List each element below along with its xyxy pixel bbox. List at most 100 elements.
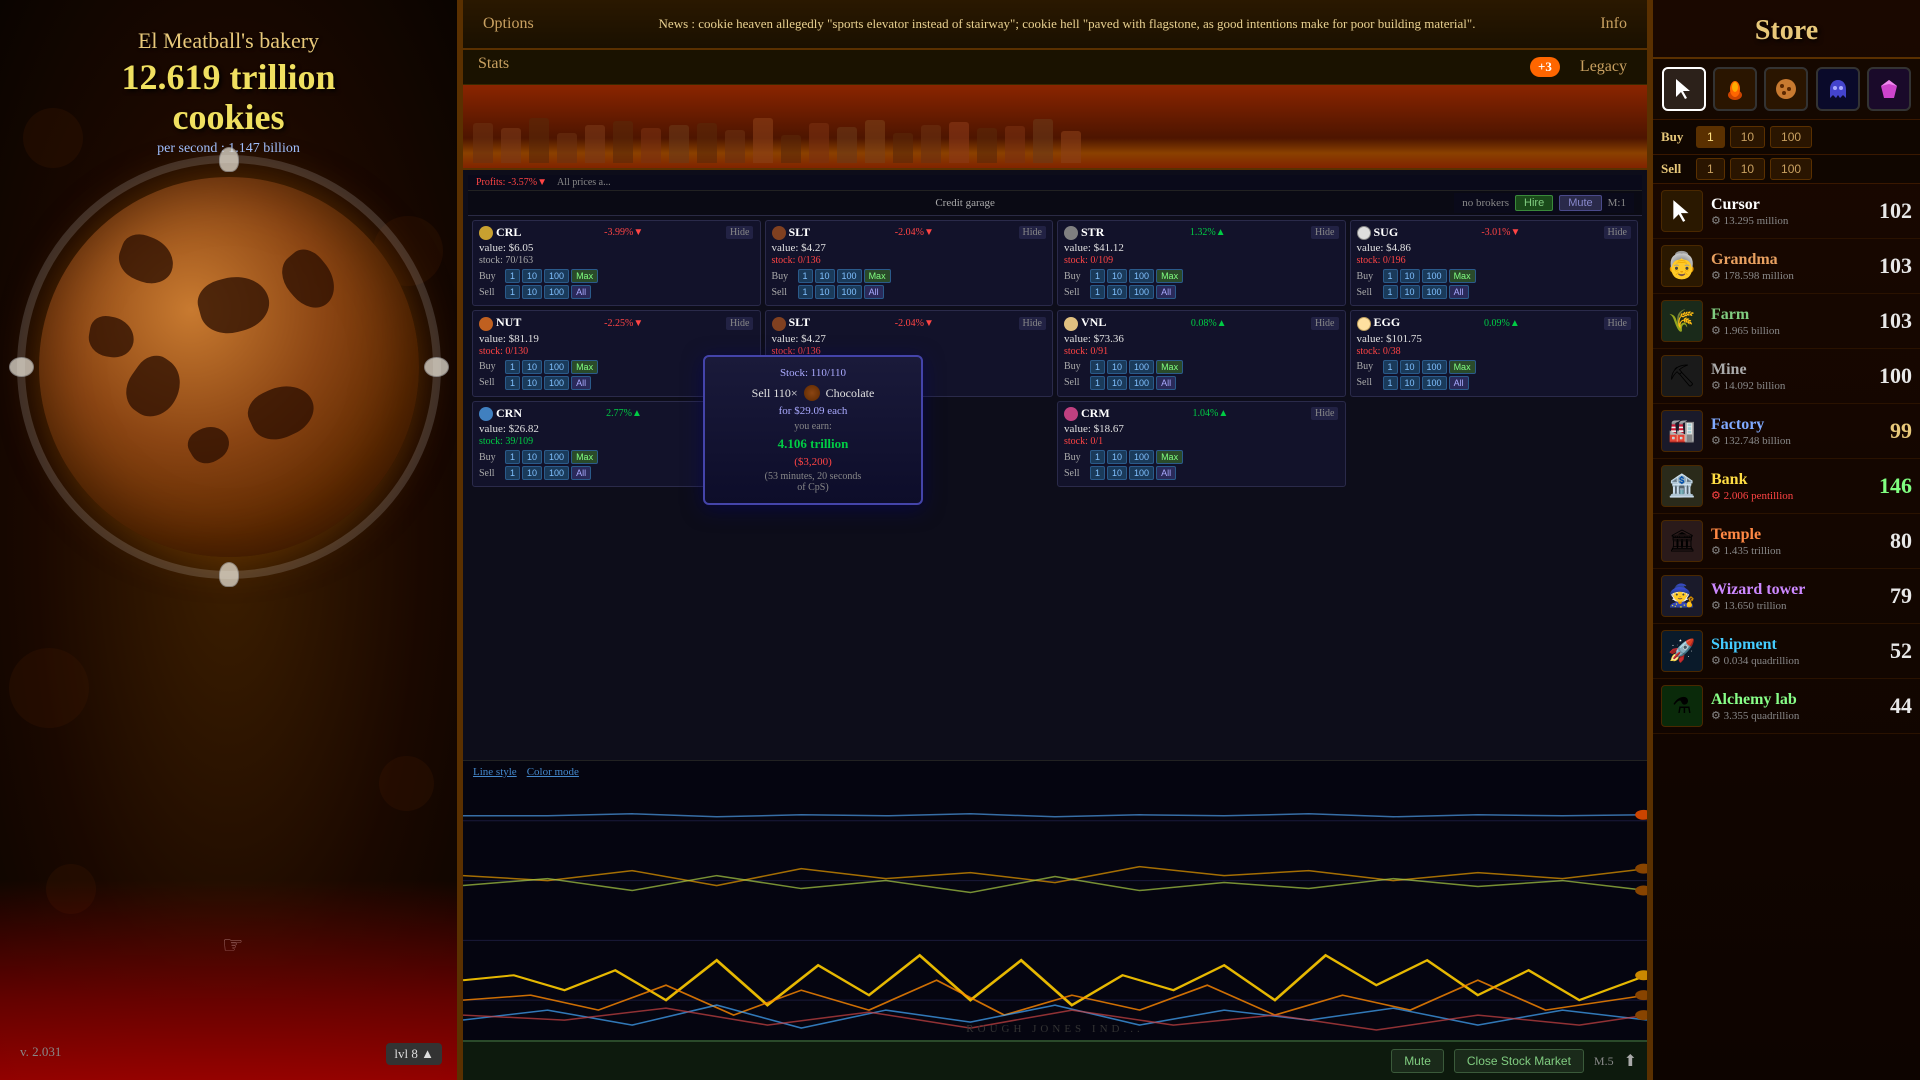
buy-vnl-1[interactable]: 1 — [1090, 360, 1105, 374]
buy-egg-100[interactable]: 100 — [1422, 360, 1447, 374]
sell-crm2-10[interactable]: 10 — [1107, 466, 1127, 480]
sell-100-btn[interactable]: 100 — [1770, 158, 1812, 180]
sell-crm2-100[interactable]: 100 — [1129, 466, 1154, 480]
store-item-cursor[interactable]: Cursor ⚙ 13.295 million 102 — [1653, 184, 1920, 239]
sell-crm-100[interactable]: 100 — [544, 466, 569, 480]
sell-sug-10[interactable]: 10 — [1400, 285, 1420, 299]
buy-sug-100[interactable]: 100 — [1422, 269, 1447, 283]
store-item-mine[interactable]: ⛏ Mine ⚙ 14.092 billion 100 — [1653, 349, 1920, 404]
mute-stock-btn[interactable]: Mute — [1559, 195, 1601, 211]
sell-10-btn[interactable]: 10 — [1730, 158, 1765, 180]
buy-crl-1[interactable]: 1 — [505, 269, 520, 283]
store-item-alchemy[interactable]: ⚗ Alchemy lab ⚙ 3.355 quadrillion 44 — [1653, 679, 1920, 734]
buy-nut-10[interactable]: 10 — [522, 360, 542, 374]
store-item-bank[interactable]: 🏦 Bank ⚙ 2.006 pentillion 146 — [1653, 459, 1920, 514]
big-cookie[interactable] — [39, 177, 419, 557]
hide-crm2-btn[interactable]: Hide — [1311, 407, 1338, 420]
sell-crm2-all[interactable]: All — [1156, 466, 1176, 480]
buy-str-1[interactable]: 1 — [1090, 269, 1105, 283]
hide-vnl-btn[interactable]: Hide — [1311, 317, 1338, 330]
hide-slt2-btn[interactable]: Hide — [1019, 317, 1046, 330]
sell-nut-all[interactable]: All — [571, 376, 591, 390]
sell-egg-10[interactable]: 10 — [1400, 376, 1420, 390]
buy-egg-10[interactable]: 10 — [1400, 360, 1420, 374]
buy-nut-1[interactable]: 1 — [505, 360, 520, 374]
sell-egg-all[interactable]: All — [1449, 376, 1469, 390]
cursor-icon-btn[interactable] — [1662, 67, 1706, 111]
buy-nut-max[interactable]: Max — [571, 360, 598, 374]
sell-vnl-10[interactable]: 10 — [1107, 376, 1127, 390]
buy-crm2-10[interactable]: 10 — [1107, 450, 1127, 464]
sell-sug-all[interactable]: All — [1449, 285, 1469, 299]
sell-crl-100[interactable]: 100 — [544, 285, 569, 299]
buy-sug-max[interactable]: Max — [1449, 269, 1476, 283]
buy-slt-1[interactable]: 1 — [798, 269, 813, 283]
fire-icon-btn[interactable] — [1713, 67, 1757, 111]
sell-crm-all[interactable]: All — [571, 466, 591, 480]
buy-egg-max[interactable]: Max — [1449, 360, 1476, 374]
store-item-grandma[interactable]: 👵 Grandma ⚙ 178.598 million 103 — [1653, 239, 1920, 294]
sell-vnl-1[interactable]: 1 — [1090, 376, 1105, 390]
sell-str-10[interactable]: 10 — [1107, 285, 1127, 299]
sell-vnl-100[interactable]: 100 — [1129, 376, 1154, 390]
buy-slt-100[interactable]: 100 — [837, 269, 862, 283]
sell-vnl-all[interactable]: All — [1156, 376, 1176, 390]
buy-100-btn[interactable]: 100 — [1770, 126, 1812, 148]
hide-nut-btn[interactable]: Hide — [726, 317, 753, 330]
hide-egg-btn[interactable]: Hide — [1604, 317, 1631, 330]
hide-sug-btn[interactable]: Hide — [1604, 226, 1631, 239]
buy-crl-10[interactable]: 10 — [522, 269, 542, 283]
line-style-btn[interactable]: Line style — [473, 766, 517, 778]
buy-crl-max[interactable]: Max — [571, 269, 598, 283]
buy-vnl-100[interactable]: 100 — [1129, 360, 1154, 374]
sell-slt-1[interactable]: 1 — [798, 285, 813, 299]
hire-btn[interactable]: Hire — [1515, 195, 1553, 211]
buy-10-btn[interactable]: 10 — [1730, 126, 1765, 148]
legacy-btn[interactable]: Legacy — [1570, 53, 1637, 81]
buy-crm-100[interactable]: 100 — [544, 450, 569, 464]
buy-sug-1[interactable]: 1 — [1383, 269, 1398, 283]
sell-sug-1[interactable]: 1 — [1383, 285, 1398, 299]
sell-slt-10[interactable]: 10 — [815, 285, 835, 299]
store-item-farm[interactable]: 🌾 Farm ⚙ 1.965 billion 103 — [1653, 294, 1920, 349]
sell-str-all[interactable]: All — [1156, 285, 1176, 299]
sell-crm-1[interactable]: 1 — [505, 466, 520, 480]
sell-egg-100[interactable]: 100 — [1422, 376, 1447, 390]
color-mode-btn[interactable]: Color mode — [527, 766, 579, 778]
sell-crm-10[interactable]: 10 — [522, 466, 542, 480]
sell-slt-all[interactable]: All — [864, 285, 884, 299]
sell-crl-1[interactable]: 1 — [505, 285, 520, 299]
sell-crm2-1[interactable]: 1 — [1090, 466, 1105, 480]
store-item-factory[interactable]: 🏭 Factory ⚙ 132.748 billion 99 — [1653, 404, 1920, 459]
buy-crm2-1[interactable]: 1 — [1090, 450, 1105, 464]
sell-sug-100[interactable]: 100 — [1422, 285, 1447, 299]
stats-btn[interactable]: Stats — [463, 50, 524, 84]
buy-vnl-max[interactable]: Max — [1156, 360, 1183, 374]
info-btn[interactable]: Info — [1590, 10, 1637, 38]
buy-slt-max[interactable]: Max — [864, 269, 891, 283]
hide-crl-btn[interactable]: Hide — [726, 226, 753, 239]
sell-nut-100[interactable]: 100 — [544, 376, 569, 390]
buy-crl-100[interactable]: 100 — [544, 269, 569, 283]
plus-three-badge[interactable]: +3 — [1530, 57, 1560, 77]
hide-slt-btn[interactable]: Hide — [1019, 226, 1046, 239]
buy-str-max[interactable]: Max — [1156, 269, 1183, 283]
cookie-store-icon-btn[interactable] — [1764, 67, 1808, 111]
sell-egg-1[interactable]: 1 — [1383, 376, 1398, 390]
buy-str-10[interactable]: 10 — [1107, 269, 1127, 283]
buy-crm-1[interactable]: 1 — [505, 450, 520, 464]
buy-nut-100[interactable]: 100 — [544, 360, 569, 374]
buy-crm2-100[interactable]: 100 — [1129, 450, 1154, 464]
sell-str-100[interactable]: 100 — [1129, 285, 1154, 299]
ghost-icon-btn[interactable] — [1816, 67, 1860, 111]
sell-nut-1[interactable]: 1 — [505, 376, 520, 390]
store-item-temple[interactable]: 🏛 Temple ⚙ 1.435 trillion 80 — [1653, 514, 1920, 569]
store-item-shipment[interactable]: 🚀 Shipment ⚙ 0.034 quadrillion 52 — [1653, 624, 1920, 679]
gem-icon-btn[interactable] — [1867, 67, 1911, 111]
buy-crm-10[interactable]: 10 — [522, 450, 542, 464]
sell-nut-10[interactable]: 10 — [522, 376, 542, 390]
store-item-wizard[interactable]: 🧙 Wizard tower ⚙ 13.650 trillion 79 — [1653, 569, 1920, 624]
buy-egg-1[interactable]: 1 — [1383, 360, 1398, 374]
buy-crm-max[interactable]: Max — [571, 450, 598, 464]
expand-icon[interactable]: ⬆ — [1624, 1051, 1637, 1071]
